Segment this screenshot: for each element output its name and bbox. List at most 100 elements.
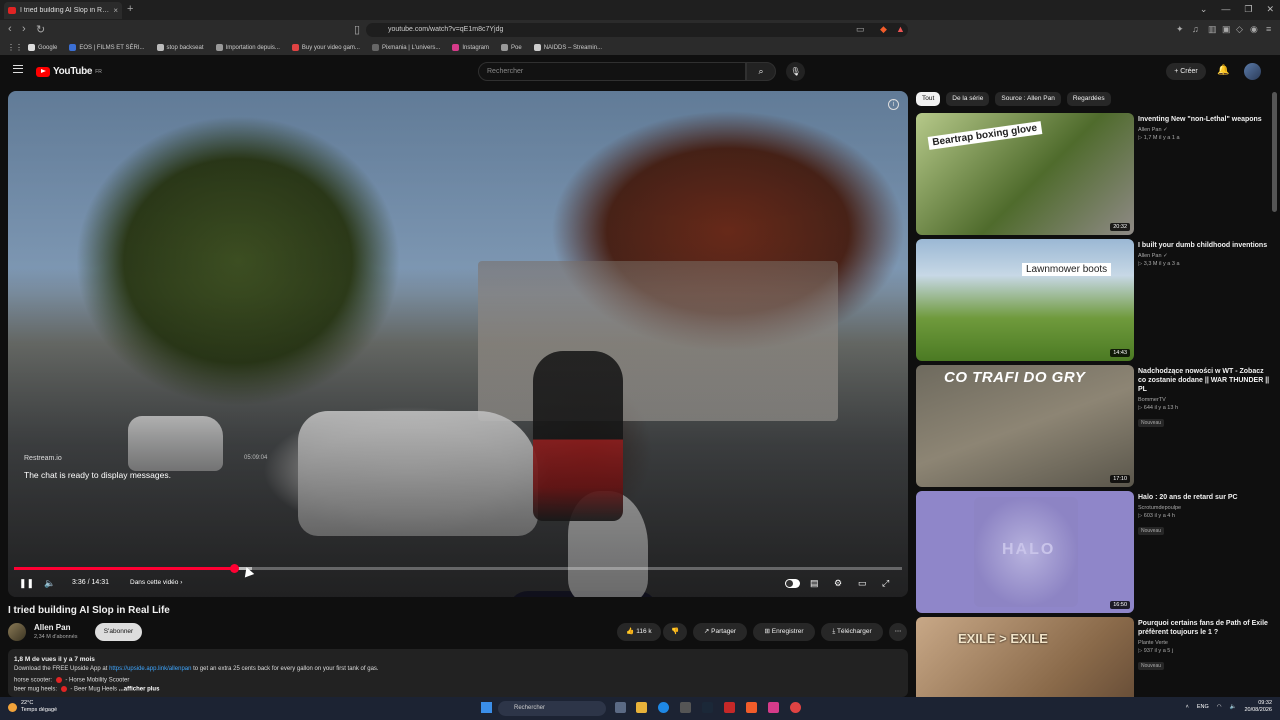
chapter-button[interactable]: Dans cette vidéo › — [130, 579, 182, 586]
taskbar-search[interactable]: Rechercher — [498, 701, 606, 716]
pause-icon[interactable]: ❚❚ — [19, 578, 34, 589]
info-icon[interactable]: i — [888, 99, 899, 110]
steam-icon[interactable] — [702, 702, 713, 713]
reload-icon[interactable]: ↻ — [36, 23, 45, 36]
bookmark-item[interactable]: NAIDDS – Streamin... — [533, 44, 602, 51]
description-link[interactable]: https://upside.app.link/allenpan — [109, 666, 191, 672]
fullscreen-icon[interactable]: ⤢ — [882, 578, 889, 589]
language-indicator[interactable]: ENG — [1197, 704, 1209, 710]
video-thumbnail[interactable]: EXILE > EXILE — [916, 617, 1134, 697]
bookmark-item[interactable]: Google — [28, 44, 57, 51]
media-icon[interactable]: ♫ — [1192, 24, 1199, 34]
recommendation-title[interactable]: Inventing New "non-Lethal" weapons — [1138, 115, 1272, 124]
bookmark-folder[interactable]: Importation depuis... — [215, 44, 280, 51]
subscribe-button[interactable]: S'abonner — [95, 623, 142, 641]
autoplay-toggle[interactable] — [785, 579, 800, 588]
browser-tab-active[interactable]: I tried building AI Slop in Real Life × — [4, 2, 122, 19]
chip-source[interactable]: Source : Allen Pan — [995, 92, 1061, 106]
wallet-icon[interactable]: ▣ — [1222, 24, 1231, 35]
recommendation-title[interactable]: I built your dumb childhood inventions — [1138, 241, 1272, 250]
share-button[interactable]: ↗ Partager — [693, 623, 747, 641]
weather-widget[interactable]: 22°C Temps dégagé — [8, 700, 57, 714]
minimize-button[interactable]: — — [1221, 4, 1230, 15]
recommendation-title[interactable]: Pourquoi certains fans de Path of Exile … — [1138, 619, 1272, 637]
bookmark-item[interactable]: Pixmania | L'univers... — [371, 44, 440, 51]
subtitles-icon[interactable]: ▤ — [810, 578, 819, 589]
guide-menu-icon[interactable] — [13, 65, 23, 73]
recommendation-channel[interactable]: Allen Pan ✓ — [1138, 127, 1272, 133]
video-thumbnail[interactable]: Beartrap boxing glove 20:32 — [916, 113, 1134, 235]
youtube-logo[interactable]: YouTube FR — [36, 66, 102, 77]
maximize-button[interactable]: ❐ — [1244, 4, 1252, 15]
bookmark-item[interactable]: stop backseat — [156, 44, 204, 51]
chip-series[interactable]: De la série — [946, 92, 990, 106]
recommendation-channel[interactable]: BommerTV — [1138, 397, 1272, 403]
video-thumbnail[interactable]: Lawnmower boots 14:43 — [916, 239, 1134, 361]
show-more-button[interactable]: ...afficher plus — [119, 687, 160, 693]
brave-shield-icon[interactable]: ◆ — [880, 24, 887, 35]
volume-icon[interactable]: 🔈 — [44, 578, 55, 589]
menu-icon[interactable]: ≡ — [1266, 24, 1271, 34]
store-icon[interactable] — [680, 702, 691, 713]
channel-name[interactable]: Allen Pan — [34, 623, 70, 632]
recommendation-title[interactable]: Nadchodzące nowości w WT - Zobacz co zos… — [1138, 367, 1272, 394]
profile-icon[interactable]: ◉ — [1250, 24, 1258, 35]
chip-all[interactable]: Tout — [916, 92, 941, 106]
more-actions-button[interactable]: ⋯ — [889, 623, 907, 641]
recommendation-item[interactable]: EXILE > EXILE Pourquoi certains fans de … — [916, 617, 1276, 697]
app-icon[interactable] — [790, 702, 801, 713]
search-input[interactable]: Rechercher — [478, 62, 746, 81]
account-avatar[interactable] — [1244, 63, 1261, 80]
video-thumbnail[interactable]: HALO 16:50 — [916, 491, 1134, 613]
new-tab-button[interactable]: + — [127, 3, 133, 15]
video-player[interactable] — [8, 91, 908, 597]
voice-search-button[interactable]: 🎙 — [786, 62, 805, 81]
windows-start-icon[interactable] — [481, 702, 492, 713]
back-icon[interactable]: ‹ — [8, 23, 12, 35]
tab-close-icon[interactable]: × — [113, 6, 118, 15]
extensions-icon[interactable]: ✦ — [1176, 24, 1184, 35]
apps-grid-icon[interactable]: ⋮⋮ — [7, 43, 23, 52]
recommendation-channel[interactable]: Allen Pan ✓ — [1138, 253, 1272, 259]
recommendation-item[interactable]: HALO 16:50 Halo : 20 ans de retard sur P… — [916, 491, 1276, 613]
settings-gear-icon[interactable]: ⚙ — [834, 578, 842, 589]
file-explorer-icon[interactable] — [636, 702, 647, 713]
progress-scrubber[interactable] — [230, 564, 239, 573]
bookmark-item[interactable]: Instagram — [452, 44, 489, 51]
chevron-up-icon[interactable]: ˄ — [1186, 704, 1189, 710]
video-thumbnail[interactable]: CO TRAFI DO GRY 17:10 — [916, 365, 1134, 487]
recommendation-item[interactable]: Beartrap boxing glove 20:32 Inventing Ne… — [916, 113, 1276, 235]
dislike-button[interactable]: 👎 — [663, 623, 687, 641]
download-button[interactable]: ⤓ Télécharger — [821, 623, 883, 641]
app-icon[interactable] — [724, 702, 735, 713]
recommendation-item[interactable]: Lawnmower boots 14:43 I built your dumb … — [916, 239, 1276, 361]
recommendation-channel[interactable]: Plante Verte — [1138, 640, 1272, 646]
tiktok-icon[interactable] — [768, 702, 779, 713]
address-bar[interactable]: youtube.com/watch?v=qE1m8c7Yjdg — [366, 23, 908, 37]
bookmark-folder[interactable]: Poe — [501, 44, 522, 51]
brave-browser-icon[interactable] — [746, 702, 757, 713]
forward-icon[interactable]: › — [22, 23, 26, 35]
sidebar-icon[interactable]: ▥ — [1208, 24, 1217, 35]
tab-search-icon[interactable]: ⌄ — [1200, 4, 1208, 15]
speaker-icon[interactable]: 🔈 — [1230, 704, 1237, 710]
create-button[interactable]: + Créer — [1166, 63, 1206, 80]
search-button[interactable]: ⌕ — [746, 62, 776, 81]
save-button[interactable]: ⊞ Enregistrer — [753, 623, 815, 641]
vpn-icon[interactable]: ◇ — [1236, 24, 1243, 35]
chip-watched[interactable]: Regardées — [1066, 92, 1111, 106]
edge-browser-icon[interactable] — [658, 702, 669, 713]
clock[interactable]: 09:32 20/08/2026 — [1244, 700, 1272, 714]
screen-cast-icon[interactable]: ▭ — [856, 24, 865, 35]
recommendation-item[interactable]: CO TRAFI DO GRY 17:10 Nadchodzące nowośc… — [916, 365, 1276, 487]
notifications-bell-icon[interactable]: 🔔 — [1217, 65, 1229, 76]
recommendation-title[interactable]: Halo : 20 ans de retard sur PC — [1138, 493, 1272, 502]
description-product-link[interactable]: - Horse Mobility Scooter — [64, 678, 129, 684]
wifi-icon[interactable]: ◠ — [1217, 704, 1222, 710]
close-window-button[interactable]: ✕ — [1266, 4, 1274, 15]
brave-rewards-icon[interactable]: ▲ — [896, 24, 905, 34]
bookmark-item[interactable]: Buy your video gam... — [291, 44, 360, 51]
description-product-link[interactable]: - Beer Mug Heels — [69, 687, 117, 693]
bookmark-item[interactable]: EOS | FILMS ET SÉRI... — [69, 44, 145, 51]
like-button[interactable]: 👍 116 k — [617, 623, 661, 641]
